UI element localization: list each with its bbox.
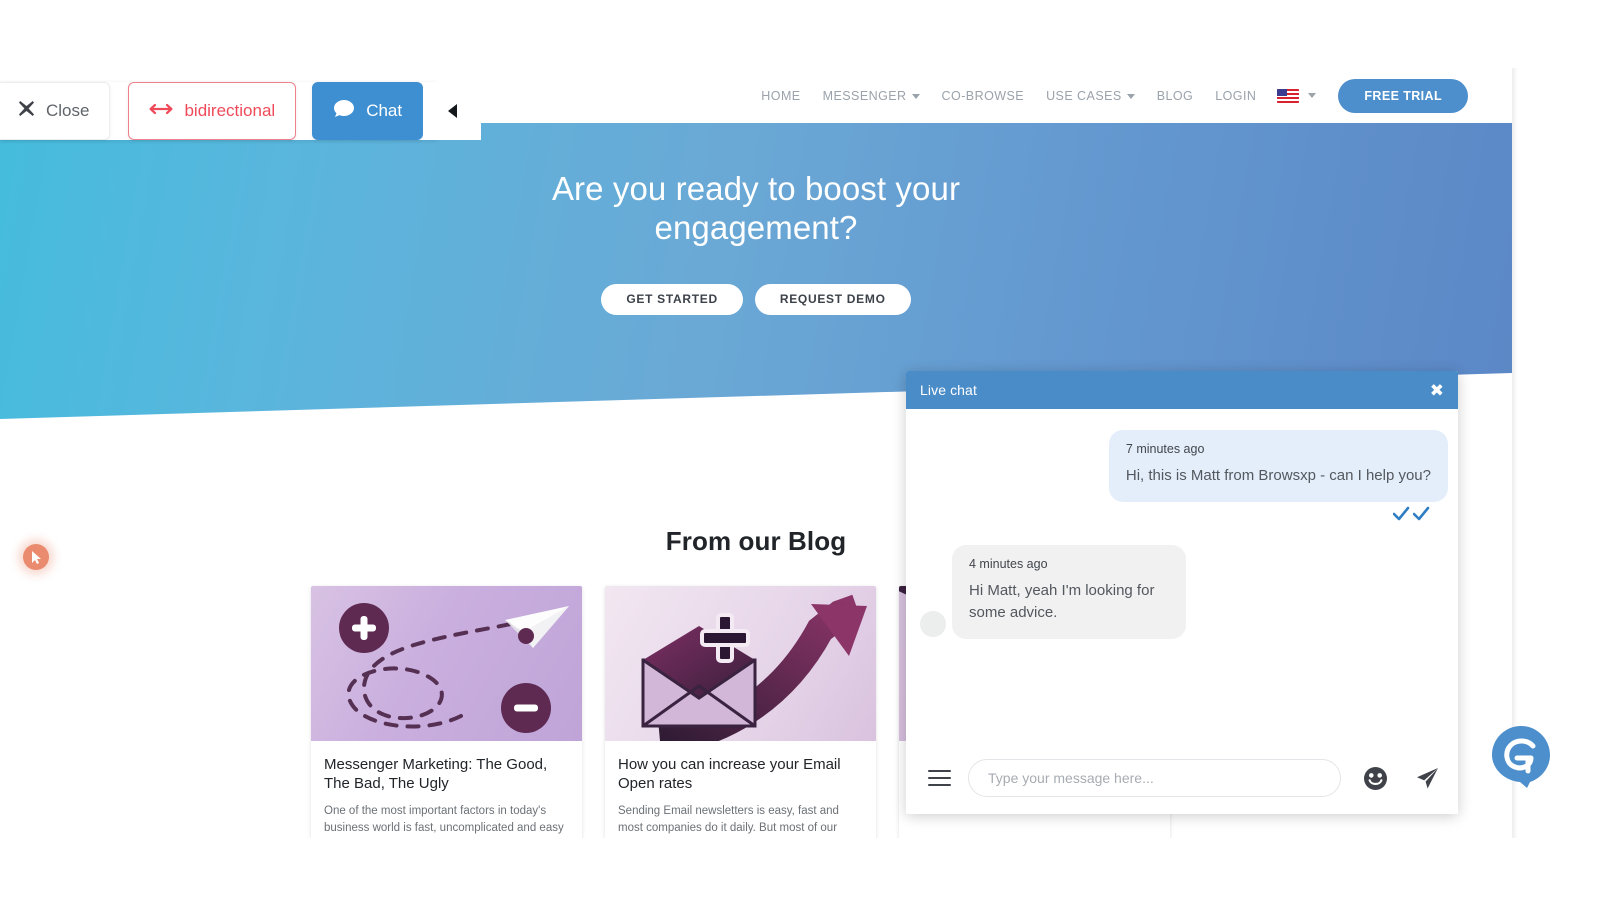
nav-links: HOME MESSENGER CO-BROWSE USE CASES BLOG … (750, 78, 1468, 113)
chevron-down-icon (1308, 93, 1317, 98)
chat-message-text: Hi, this is Matt from Browsxp - can I he… (1125, 467, 1431, 484)
chat-message-text: Hi Matt, yeah I'm looking for some advic… (969, 581, 1155, 622)
browsed-page: HOME MESSENGER CO-BROWSE USE CASES BLOG … (0, 68, 1512, 838)
live-chat-footer (906, 742, 1458, 814)
chat-message-user: 4 minutes ago Hi Matt, yeah I'm looking … (906, 544, 1458, 639)
language-selector[interactable] (1267, 88, 1322, 103)
smiley-face-icon[interactable] (1363, 766, 1388, 791)
paper-plane-send-icon[interactable] (1414, 765, 1440, 791)
nav-link-login-label: LOGIN (1215, 88, 1257, 103)
bidirectional-button-label: bidirectional (184, 101, 276, 120)
us-flag-icon (1277, 88, 1300, 103)
nav-link-messenger[interactable]: MESSENGER (812, 89, 931, 103)
double-check-icon (906, 502, 1458, 521)
nav-link-co-browse[interactable]: CO-BROWSE (931, 89, 1036, 103)
nav-link-home-label: HOME (761, 88, 801, 103)
get-started-button[interactable]: GET STARTED (601, 283, 743, 315)
nav-link-use-cases-label: USE CASES (1046, 88, 1122, 103)
nav-link-login[interactable]: LOGIN (1204, 89, 1267, 103)
live-chat-header: Live chat ✖ (906, 371, 1458, 409)
chat-bubble: 4 minutes ago Hi Matt, yeah I'm looking … (952, 544, 1186, 639)
blog-card-excerpt: Sending Email newsletters is easy, fast … (618, 805, 839, 834)
blog-card[interactable]: How you can increase your Email Open rat… (605, 586, 876, 838)
close-icon[interactable]: ✖ (1430, 382, 1444, 399)
speech-bubble-icon (333, 99, 355, 123)
close-button[interactable]: Close (0, 82, 111, 140)
nav-link-blog[interactable]: BLOG (1146, 89, 1205, 103)
blog-card-body: Messenger Marketing: The Good, The Bad, … (311, 741, 582, 838)
blog-card-body: How you can increase your Email Open rat… (605, 741, 876, 838)
chevron-down-icon (911, 93, 920, 99)
blog-card-excerpt: One of the most important factors in tod… (324, 805, 564, 834)
chat-message-agent: 7 minutes ago Hi, this is Matt from Brow… (906, 430, 1458, 502)
blog-card-title: Messenger Marketing: The Good, The Bad, … (324, 756, 548, 793)
hamburger-menu-icon[interactable] (928, 770, 951, 786)
browsxp-chat-launcher-icon[interactable] (1487, 722, 1555, 790)
caret-left-icon[interactable] (423, 82, 482, 140)
close-x-icon (18, 100, 35, 122)
live-chat-widget: Live chat ✖ 7 minutes ago Hi, this is Ma… (906, 371, 1458, 814)
hero-buttons: GET STARTED REQUEST DEMO (0, 283, 1512, 315)
paper-plane-illustration (311, 586, 582, 741)
hero-content: Are you ready to boost your engagement? … (0, 123, 1512, 315)
avatar (920, 610, 946, 637)
hero-title: Are you ready to boost your engagement? (551, 170, 961, 246)
chevron-down-icon (1126, 93, 1135, 99)
chat-message-time: 4 minutes ago (969, 556, 1048, 571)
nav-link-home[interactable]: HOME (750, 89, 811, 103)
nav-link-co-browse-label: CO-BROWSE (941, 88, 1025, 103)
blog-card[interactable]: Messenger Marketing: The Good, The Bad, … (311, 586, 582, 838)
left-right-arrow-icon (149, 101, 173, 121)
chat-toggle-button[interactable]: Chat (312, 82, 424, 140)
email-open-rate-illustration-svg (641, 594, 867, 741)
paper-plane-illustration-svg (339, 603, 569, 733)
live-chat-message-list[interactable]: 7 minutes ago Hi, this is Matt from Brow… (906, 409, 1458, 742)
live-chat-title: Live chat (920, 382, 977, 398)
chat-bubble: 7 minutes ago Hi, this is Matt from Brow… (1108, 430, 1448, 502)
bidirectional-button[interactable]: bidirectional (128, 82, 297, 140)
nav-link-use-cases[interactable]: USE CASES (1035, 89, 1146, 103)
close-button-label: Close (46, 101, 90, 120)
screen-root: HOME MESSENGER CO-BROWSE USE CASES BLOG … (0, 0, 1600, 900)
email-open-rate-illustration (605, 586, 876, 741)
nav-link-messenger-label: MESSENGER (822, 88, 907, 103)
request-demo-button[interactable]: REQUEST DEMO (754, 283, 911, 315)
chat-toggle-button-label: Chat (366, 101, 403, 120)
cobrowse-toolbar: Close bidirectional Chat (0, 82, 482, 140)
free-trial-button[interactable]: FREE TRIAL (1338, 78, 1468, 113)
chat-message-input[interactable] (968, 759, 1341, 797)
mouse-pointer-icon (23, 544, 49, 570)
nav-link-blog-label: BLOG (1156, 88, 1194, 103)
blog-card-title: How you can increase your Email Open rat… (618, 756, 841, 793)
chat-message-time: 7 minutes ago (1125, 442, 1205, 456)
